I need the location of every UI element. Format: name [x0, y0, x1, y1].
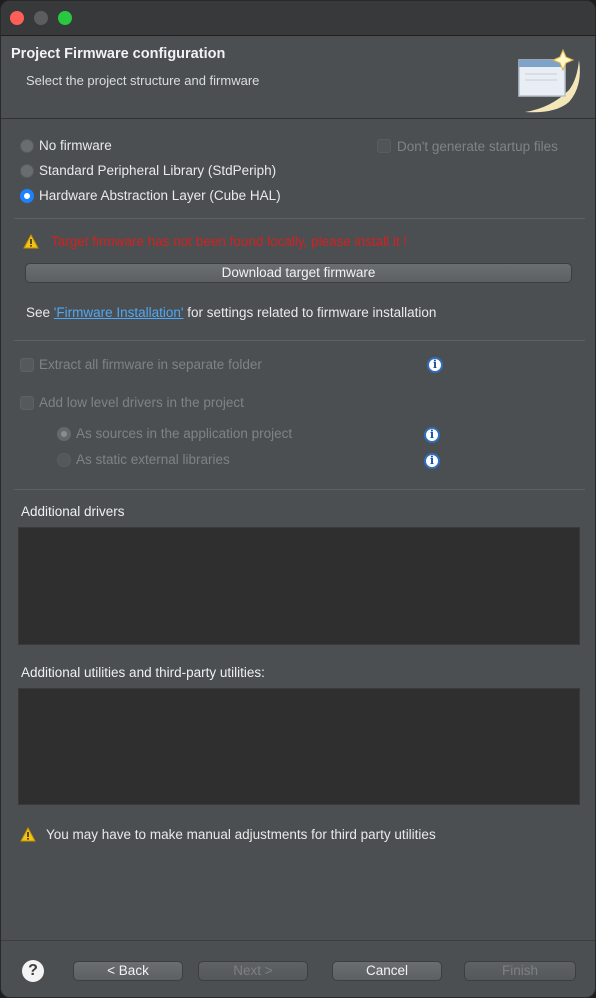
std-periph-radio[interactable] [20, 164, 34, 178]
additional-utilities-list[interactable] [18, 688, 580, 805]
footer-divider [1, 940, 595, 941]
divider [14, 489, 585, 490]
wizard-banner-icon [518, 48, 580, 113]
std-periph-label: Standard Peripheral Library (StdPeriph) [39, 163, 277, 178]
as-sources-radio[interactable] [57, 427, 71, 441]
firmware-installation-link[interactable]: 'Firmware Installation' [54, 305, 184, 320]
installation-note-suffix: for settings related to firmware install… [183, 305, 437, 320]
wizard-header: Project Firmware configuration Select th… [1, 36, 595, 120]
extract-separate-folder-checkbox[interactable] [20, 358, 34, 372]
download-firmware-button[interactable]: Download target firmware [25, 263, 572, 283]
firmware-missing-warning: Target firmware has not been found local… [51, 234, 408, 249]
title-bar [1, 1, 595, 36]
finish-button[interactable]: Finish [464, 961, 576, 981]
no-firmware-radio[interactable] [20, 139, 34, 153]
add-ll-drivers-label: Add low level drivers in the project [39, 395, 244, 410]
extract-separate-folder-label: Extract all firmware in separate folder [39, 357, 262, 372]
info-icon[interactable]: i [424, 453, 440, 469]
minimize-window-button[interactable] [34, 11, 48, 25]
help-icon[interactable]: ? [22, 960, 44, 982]
as-static-libs-radio[interactable] [57, 453, 71, 467]
maximize-window-button[interactable] [58, 11, 72, 25]
header-divider [1, 118, 595, 119]
firmware-installation-note: See 'Firmware Installation' for settings… [26, 305, 436, 320]
warning-triangle-icon [20, 827, 36, 842]
dont-generate-startup-checkbox[interactable] [377, 139, 391, 153]
firmware-config-window: Project Firmware configuration Select th… [0, 0, 596, 998]
dont-generate-startup-label: Don't generate startup files [397, 139, 558, 154]
close-window-button[interactable] [10, 11, 24, 25]
cube-hal-radio[interactable] [20, 189, 34, 203]
additional-drivers-list[interactable] [18, 527, 580, 645]
warning-triangle-icon [23, 234, 39, 249]
cancel-button[interactable]: Cancel [332, 961, 442, 981]
info-icon[interactable]: i [427, 357, 443, 373]
installation-note-prefix: See [26, 305, 54, 320]
next-button[interactable]: Next > [198, 961, 308, 981]
page-title: Project Firmware configuration [11, 46, 226, 62]
as-sources-label: As sources in the application project [76, 426, 293, 441]
add-ll-drivers-checkbox[interactable] [20, 396, 34, 410]
additional-drivers-label: Additional drivers [21, 504, 125, 519]
back-button[interactable]: < Back [73, 961, 183, 981]
third-party-adjustments-warning: You may have to make manual adjustments … [46, 827, 436, 842]
additional-utilities-label: Additional utilities and third-party uti… [21, 665, 265, 680]
as-static-libs-label: As static external libraries [76, 452, 230, 467]
info-icon[interactable]: i [424, 427, 440, 443]
no-firmware-label: No firmware [39, 138, 112, 153]
divider [14, 340, 585, 341]
cube-hal-label: Hardware Abstraction Layer (Cube HAL) [39, 188, 281, 203]
page-subtitle: Select the project structure and firmwar… [26, 73, 260, 88]
divider [14, 218, 585, 219]
